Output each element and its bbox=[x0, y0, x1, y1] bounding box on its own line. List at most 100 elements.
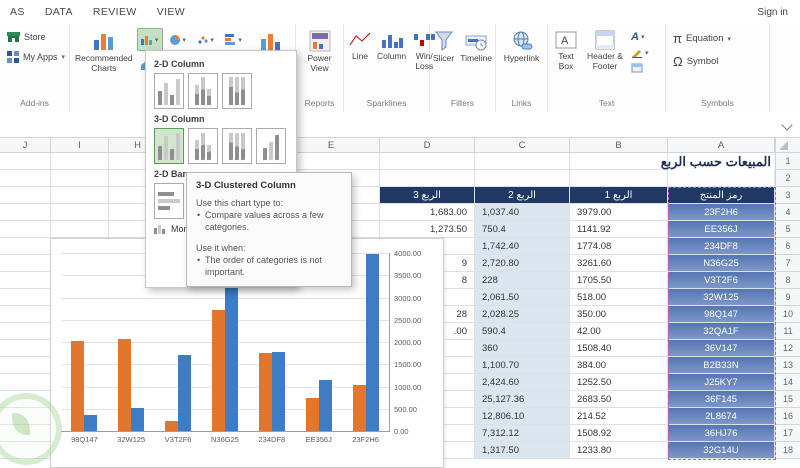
cell-J15[interactable] bbox=[0, 391, 51, 408]
power-view-button[interactable]: Power View bbox=[302, 28, 338, 75]
cell-C9[interactable]: 2,061.50 bbox=[475, 289, 570, 306]
row-header-7[interactable]: 7 bbox=[775, 255, 800, 272]
cell-C6[interactable]: 1,742.40 bbox=[475, 238, 570, 255]
row-header-13[interactable]: 13 bbox=[775, 357, 800, 374]
cell-B2[interactable] bbox=[570, 170, 668, 187]
formula-bar[interactable] bbox=[0, 112, 800, 138]
equation-button[interactable]: π Equation ▾ bbox=[669, 28, 766, 49]
cell-J18[interactable] bbox=[0, 442, 51, 459]
row-header-6[interactable]: 6 bbox=[775, 238, 800, 255]
cell-B13[interactable]: 384.00 bbox=[570, 357, 668, 374]
cell-J6[interactable] bbox=[0, 238, 51, 255]
cell-C15[interactable]: 25,127.36 bbox=[475, 391, 570, 408]
insert-bar-chart-button[interactable]: ▾ bbox=[221, 28, 247, 51]
cell-B9[interactable]: 518.00 bbox=[570, 289, 668, 306]
cell-J2[interactable] bbox=[0, 170, 51, 187]
my-apps-button[interactable]: My Apps ▾ bbox=[3, 48, 66, 66]
cell-B15[interactable]: 2683.50 bbox=[570, 391, 668, 408]
cell-A6[interactable]: 234DF8 bbox=[668, 238, 775, 255]
col-header-D[interactable]: D bbox=[380, 138, 475, 153]
insert-scatter-chart-button[interactable]: ▾ bbox=[193, 28, 219, 51]
row-header-2[interactable]: 2 bbox=[775, 170, 800, 187]
cell-J7[interactable] bbox=[0, 255, 51, 272]
cell-B16[interactable]: 214.52 bbox=[570, 408, 668, 425]
cell-A9[interactable]: 32W125 bbox=[668, 289, 775, 306]
cell-C4[interactable]: 1,037.40 bbox=[475, 204, 570, 221]
tab-view[interactable]: VIEW bbox=[157, 6, 185, 18]
cell-C8[interactable]: 228 bbox=[475, 272, 570, 289]
menu-2d-clustered-column[interactable] bbox=[154, 73, 184, 109]
cell-I5[interactable] bbox=[51, 221, 109, 238]
row-header-10[interactable]: 10 bbox=[775, 306, 800, 323]
cell-B10[interactable]: 350.00 bbox=[570, 306, 668, 323]
select-all-corner[interactable] bbox=[775, 138, 800, 153]
bar-23F2H6-series2[interactable] bbox=[365, 254, 379, 431]
bar-EE356J-series1[interactable] bbox=[305, 398, 319, 431]
row-header-17[interactable]: 17 bbox=[775, 425, 800, 442]
cell-A13[interactable]: B2B33N bbox=[668, 357, 775, 374]
row-header-1[interactable]: 1 bbox=[775, 153, 800, 170]
cell-A8[interactable]: V3T2F6 bbox=[668, 272, 775, 289]
cell-J8[interactable] bbox=[0, 272, 51, 289]
tab-review[interactable]: REVIEW bbox=[93, 6, 137, 18]
cell-J14[interactable] bbox=[0, 374, 51, 391]
bar-234DF8-series2[interactable] bbox=[271, 352, 285, 431]
bar-N36G25-series2[interactable] bbox=[224, 286, 238, 431]
bar-234DF8-series1[interactable] bbox=[258, 353, 272, 431]
row-header-5[interactable]: 5 bbox=[775, 221, 800, 238]
name-box-chevron-icon[interactable] bbox=[781, 119, 793, 131]
cell-B3[interactable]: الربع 1 bbox=[570, 187, 668, 204]
cell-I4[interactable] bbox=[51, 204, 109, 221]
cell-J11[interactable] bbox=[0, 323, 51, 340]
col-header-B[interactable]: B bbox=[570, 138, 668, 153]
cell-J10[interactable] bbox=[0, 306, 51, 323]
cell-B8[interactable]: 1705.50 bbox=[570, 272, 668, 289]
cell-A14[interactable]: J25KY7 bbox=[668, 374, 775, 391]
cell-E1[interactable] bbox=[283, 153, 380, 170]
wordart-button[interactable]: A ▾ bbox=[629, 30, 651, 44]
cell-C5[interactable]: 750.4 bbox=[475, 221, 570, 238]
bar-V3T2F6-series2[interactable] bbox=[178, 355, 192, 431]
row-header-4[interactable]: 4 bbox=[775, 204, 800, 221]
cell-B1[interactable] bbox=[570, 153, 668, 170]
cell-C10[interactable]: 2,028.25 bbox=[475, 306, 570, 323]
row-header-3[interactable]: 3 bbox=[775, 187, 800, 204]
cell-A4[interactable]: 23F2H6 bbox=[668, 204, 775, 221]
menu-2d-clustered-bar[interactable] bbox=[154, 183, 184, 219]
menu-3d-clustered-column[interactable] bbox=[154, 128, 184, 164]
cell-C14[interactable]: 2,424.60 bbox=[475, 374, 570, 391]
cell-C7[interactable]: 2,720.80 bbox=[475, 255, 570, 272]
bar-EE356J-series2[interactable] bbox=[318, 380, 332, 431]
cell-I1[interactable] bbox=[51, 153, 109, 170]
cell-B7[interactable]: 3261.60 bbox=[570, 255, 668, 272]
col-header-E[interactable]: E bbox=[283, 138, 380, 153]
bar-N36G25-series1[interactable] bbox=[211, 310, 225, 431]
cell-J5[interactable] bbox=[0, 221, 51, 238]
cell-A7[interactable]: N36G25 bbox=[668, 255, 775, 272]
insert-column-chart-button[interactable]: ▾ bbox=[136, 28, 163, 51]
cell-A18[interactable]: 32G14U bbox=[668, 442, 775, 459]
row-header-12[interactable]: 12 bbox=[775, 340, 800, 357]
cell-C2[interactable] bbox=[475, 170, 570, 187]
sign-in-link[interactable]: Sign in bbox=[757, 7, 800, 18]
slicer-button[interactable]: Slicer bbox=[431, 28, 456, 66]
row-header-11[interactable]: 11 bbox=[775, 323, 800, 340]
col-header-A[interactable]: A bbox=[668, 138, 775, 153]
cell-J16[interactable] bbox=[0, 408, 51, 425]
tab-formulas-partial[interactable]: AS bbox=[10, 6, 25, 18]
cell-D2[interactable] bbox=[380, 170, 475, 187]
bar-98Q147-series1[interactable] bbox=[71, 341, 85, 431]
cell-A2[interactable] bbox=[668, 170, 775, 187]
cell-C16[interactable]: 12,806.10 bbox=[475, 408, 570, 425]
bar-23F2H6-series1[interactable] bbox=[352, 385, 366, 431]
cell-C12[interactable]: 360 bbox=[475, 340, 570, 357]
row-header-9[interactable]: 9 bbox=[775, 289, 800, 306]
cell-C13[interactable]: 1,100.70 bbox=[475, 357, 570, 374]
cell-I2[interactable] bbox=[51, 170, 109, 187]
cell-D1[interactable] bbox=[380, 153, 475, 170]
cell-C17[interactable]: 7,312.12 bbox=[475, 425, 570, 442]
cell-B4[interactable]: 3979.00 bbox=[570, 204, 668, 221]
cell-A3[interactable]: رمز المنتج bbox=[668, 187, 775, 204]
row-header-16[interactable]: 16 bbox=[775, 408, 800, 425]
menu-3d-100-stacked-column[interactable] bbox=[222, 128, 252, 164]
